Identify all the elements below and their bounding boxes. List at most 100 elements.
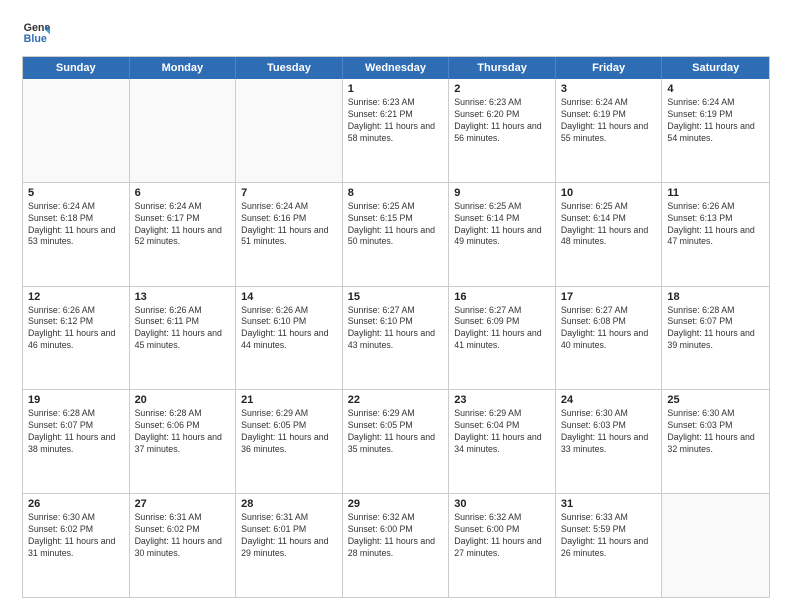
- weekday-header: Sunday: [23, 57, 130, 79]
- calendar-cell: 2 Sunrise: 6:23 AM Sunset: 6:20 PM Daylig…: [449, 79, 556, 182]
- calendar-row: 26 Sunrise: 6:30 AM Sunset: 6:02 PM Dayli…: [23, 494, 769, 597]
- logo: General Blue: [22, 18, 50, 46]
- day-number: 19: [28, 394, 124, 406]
- calendar-cell: 27 Sunrise: 6:31 AM Sunset: 6:02 PM Dayli…: [130, 494, 237, 597]
- calendar-header: SundayMondayTuesdayWednesdayThursdayFrid…: [23, 57, 769, 79]
- day-number: 30: [454, 498, 550, 510]
- calendar-cell: 20Sunrise: 6:28 AM Sunset: 6:06 PM Dayli…: [130, 390, 237, 493]
- cell-info: Sunrise: 6:28 AM Sunset: 6:07 PM Dayligh…: [28, 408, 124, 456]
- calendar-cell: 5 Sunrise: 6:24 AM Sunset: 6:18 PM Daylig…: [23, 183, 130, 286]
- cell-info: Sunrise: 6:31 AM Sunset: 6:02 PM Dayligh…: [135, 512, 231, 560]
- day-number: 21: [241, 394, 337, 406]
- day-number: 4: [667, 83, 764, 95]
- day-number: 3: [561, 83, 657, 95]
- day-number: 17: [561, 291, 657, 303]
- cell-info: Sunrise: 6:29 AM Sunset: 6:05 PM Dayligh…: [241, 408, 337, 456]
- weekday-header: Saturday: [662, 57, 769, 79]
- day-number: 14: [241, 291, 337, 303]
- cell-info: Sunrise: 6:26 AM Sunset: 6:13 PM Dayligh…: [667, 201, 764, 249]
- day-number: 27: [135, 498, 231, 510]
- day-number: 13: [135, 291, 231, 303]
- cell-info: Sunrise: 6:28 AM Sunset: 6:06 PM Dayligh…: [135, 408, 231, 456]
- weekday-header: Thursday: [449, 57, 556, 79]
- day-number: 31: [561, 498, 657, 510]
- logo-icon: General Blue: [22, 18, 50, 46]
- cell-info: Sunrise: 6:30 AM Sunset: 6:03 PM Dayligh…: [561, 408, 657, 456]
- calendar-cell: 6Sunrise: 6:24 AM Sunset: 6:17 PM Daylig…: [130, 183, 237, 286]
- calendar-row: 5 Sunrise: 6:24 AM Sunset: 6:18 PM Daylig…: [23, 183, 769, 287]
- cell-info: Sunrise: 6:24 AM Sunset: 6:16 PM Dayligh…: [241, 201, 337, 249]
- cell-info: Sunrise: 6:24 AM Sunset: 6:19 PM Dayligh…: [561, 97, 657, 145]
- day-number: 16: [454, 291, 550, 303]
- weekday-header: Friday: [556, 57, 663, 79]
- calendar-cell: 17 Sunrise: 6:27 AM Sunset: 6:08 PM Dayli…: [556, 287, 663, 390]
- calendar-cell: 7Sunrise: 6:24 AM Sunset: 6:16 PM Daylig…: [236, 183, 343, 286]
- cell-info: Sunrise: 6:33 AM Sunset: 5:59 PM Dayligh…: [561, 512, 657, 560]
- calendar-cell: 30 Sunrise: 6:32 AM Sunset: 6:00 PM Dayli…: [449, 494, 556, 597]
- calendar-cell: [130, 79, 237, 182]
- calendar-cell: 16 Sunrise: 6:27 AM Sunset: 6:09 PM Dayli…: [449, 287, 556, 390]
- calendar-cell: 3 Sunrise: 6:24 AM Sunset: 6:19 PM Daylig…: [556, 79, 663, 182]
- cell-info: Sunrise: 6:25 AM Sunset: 6:14 PM Dayligh…: [454, 201, 550, 249]
- calendar-body: 1Sunrise: 6:23 AM Sunset: 6:21 PM Daylig…: [23, 79, 769, 597]
- cell-info: Sunrise: 6:30 AM Sunset: 6:02 PM Dayligh…: [28, 512, 124, 560]
- cell-info: Sunrise: 6:27 AM Sunset: 6:08 PM Dayligh…: [561, 305, 657, 353]
- calendar-row: 19 Sunrise: 6:28 AM Sunset: 6:07 PM Dayli…: [23, 390, 769, 494]
- calendar-row: 1Sunrise: 6:23 AM Sunset: 6:21 PM Daylig…: [23, 79, 769, 183]
- calendar-cell: 10 Sunrise: 6:25 AM Sunset: 6:14 PM Dayli…: [556, 183, 663, 286]
- calendar-row: 12Sunrise: 6:26 AM Sunset: 6:12 PM Dayli…: [23, 287, 769, 391]
- calendar-cell: 11 Sunrise: 6:26 AM Sunset: 6:13 PM Dayli…: [662, 183, 769, 286]
- calendar-cell: 19 Sunrise: 6:28 AM Sunset: 6:07 PM Dayli…: [23, 390, 130, 493]
- calendar-cell: 13 Sunrise: 6:26 AM Sunset: 6:11 PM Dayli…: [130, 287, 237, 390]
- cell-info: Sunrise: 6:30 AM Sunset: 6:03 PM Dayligh…: [667, 408, 764, 456]
- cell-info: Sunrise: 6:28 AM Sunset: 6:07 PM Dayligh…: [667, 305, 764, 353]
- day-number: 29: [348, 498, 444, 510]
- day-number: 18: [667, 291, 764, 303]
- day-number: 15: [348, 291, 444, 303]
- cell-info: Sunrise: 6:27 AM Sunset: 6:10 PM Dayligh…: [348, 305, 444, 353]
- cell-info: Sunrise: 6:32 AM Sunset: 6:00 PM Dayligh…: [348, 512, 444, 560]
- header: General Blue: [22, 18, 770, 46]
- day-number: 5: [28, 187, 124, 199]
- calendar-cell: 24Sunrise: 6:30 AM Sunset: 6:03 PM Dayli…: [556, 390, 663, 493]
- calendar-cell: 23Sunrise: 6:29 AM Sunset: 6:04 PM Dayli…: [449, 390, 556, 493]
- calendar-cell: 12Sunrise: 6:26 AM Sunset: 6:12 PM Dayli…: [23, 287, 130, 390]
- calendar-cell: [236, 79, 343, 182]
- calendar-cell: 9 Sunrise: 6:25 AM Sunset: 6:14 PM Daylig…: [449, 183, 556, 286]
- weekday-header: Wednesday: [343, 57, 450, 79]
- calendar-cell: 4 Sunrise: 6:24 AM Sunset: 6:19 PM Daylig…: [662, 79, 769, 182]
- day-number: 10: [561, 187, 657, 199]
- cell-info: Sunrise: 6:26 AM Sunset: 6:11 PM Dayligh…: [135, 305, 231, 353]
- cell-info: Sunrise: 6:25 AM Sunset: 6:14 PM Dayligh…: [561, 201, 657, 249]
- cell-info: Sunrise: 6:24 AM Sunset: 6:18 PM Dayligh…: [28, 201, 124, 249]
- calendar-cell: 26 Sunrise: 6:30 AM Sunset: 6:02 PM Dayli…: [23, 494, 130, 597]
- cell-info: Sunrise: 6:23 AM Sunset: 6:20 PM Dayligh…: [454, 97, 550, 145]
- cell-info: Sunrise: 6:25 AM Sunset: 6:15 PM Dayligh…: [348, 201, 444, 249]
- day-number: 8: [348, 187, 444, 199]
- cell-info: Sunrise: 6:32 AM Sunset: 6:00 PM Dayligh…: [454, 512, 550, 560]
- calendar-cell: 28Sunrise: 6:31 AM Sunset: 6:01 PM Dayli…: [236, 494, 343, 597]
- calendar: SundayMondayTuesdayWednesdayThursdayFrid…: [22, 56, 770, 598]
- calendar-cell: 25 Sunrise: 6:30 AM Sunset: 6:03 PM Dayli…: [662, 390, 769, 493]
- calendar-cell: 18 Sunrise: 6:28 AM Sunset: 6:07 PM Dayli…: [662, 287, 769, 390]
- cell-info: Sunrise: 6:27 AM Sunset: 6:09 PM Dayligh…: [454, 305, 550, 353]
- day-number: 12: [28, 291, 124, 303]
- day-number: 22: [348, 394, 444, 406]
- calendar-cell: 1Sunrise: 6:23 AM Sunset: 6:21 PM Daylig…: [343, 79, 450, 182]
- page: General Blue SundayMondayTuesdayWednesda…: [0, 0, 792, 612]
- calendar-cell: 8 Sunrise: 6:25 AM Sunset: 6:15 PM Daylig…: [343, 183, 450, 286]
- day-number: 1: [348, 83, 444, 95]
- day-number: 25: [667, 394, 764, 406]
- weekday-header: Tuesday: [236, 57, 343, 79]
- calendar-cell: 15 Sunrise: 6:27 AM Sunset: 6:10 PM Dayli…: [343, 287, 450, 390]
- calendar-cell: [23, 79, 130, 182]
- calendar-cell: 31 Sunrise: 6:33 AM Sunset: 5:59 PM Dayli…: [556, 494, 663, 597]
- day-number: 9: [454, 187, 550, 199]
- day-number: 26: [28, 498, 124, 510]
- calendar-cell: 21 Sunrise: 6:29 AM Sunset: 6:05 PM Dayli…: [236, 390, 343, 493]
- day-number: 11: [667, 187, 764, 199]
- cell-info: Sunrise: 6:29 AM Sunset: 6:05 PM Dayligh…: [348, 408, 444, 456]
- day-number: 23: [454, 394, 550, 406]
- cell-info: Sunrise: 6:24 AM Sunset: 6:19 PM Dayligh…: [667, 97, 764, 145]
- day-number: 2: [454, 83, 550, 95]
